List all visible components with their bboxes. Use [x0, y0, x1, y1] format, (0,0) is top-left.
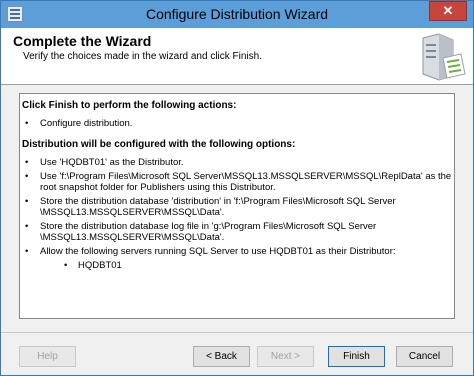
window-title: Configure Distribution Wizard: [145, 6, 329, 22]
servers-list: HQDBT01: [40, 260, 454, 271]
allowed-servers-text: Allow the following servers running SQL …: [40, 246, 396, 257]
wizard-header: Complete the Wizard Verify the choices m…: [1, 28, 473, 85]
option-allowed-servers: Allow the following servers running SQL …: [22, 246, 454, 271]
back-button[interactable]: < Back: [193, 346, 250, 367]
actions-list: Configure distribution.: [22, 118, 454, 129]
cancel-button[interactable]: Cancel: [396, 346, 453, 367]
page-title: Complete the Wizard: [13, 33, 152, 49]
options-heading: Distribution will be configured with the…: [22, 139, 296, 150]
server-wizard-icon: [422, 33, 466, 81]
page-subtitle: Verify the choices made in the wizard an…: [23, 51, 262, 62]
option-snapshot-folder: Use 'f:\Program Files\Microsoft SQL Serv…: [22, 171, 454, 193]
next-button[interactable]: Next >: [257, 346, 314, 367]
wizard-body: Click Finish to perform the following ac…: [1, 85, 473, 332]
action-item: Configure distribution.: [22, 118, 454, 129]
server-item: HQDBT01: [40, 260, 454, 271]
wizard-window: Configure Distribution Wizard ✕ Complete…: [0, 0, 474, 376]
finish-button[interactable]: Finish: [328, 346, 385, 367]
footer-divider: [1, 332, 473, 333]
close-button[interactable]: ✕: [429, 1, 467, 21]
option-distributor: Use 'HQDBT01' as the Distributor.: [22, 157, 454, 168]
option-database-path: Store the distribution database 'distrib…: [22, 196, 454, 218]
options-list: Use 'HQDBT01' as the Distributor. Use 'f…: [22, 157, 454, 271]
summary-panel[interactable]: Click Finish to perform the following ac…: [19, 93, 455, 319]
actions-heading: Click Finish to perform the following ac…: [22, 100, 237, 111]
help-button[interactable]: Help: [19, 346, 76, 367]
option-log-path: Store the distribution database log file…: [22, 221, 454, 243]
title-bar[interactable]: Configure Distribution Wizard ✕: [1, 1, 473, 28]
